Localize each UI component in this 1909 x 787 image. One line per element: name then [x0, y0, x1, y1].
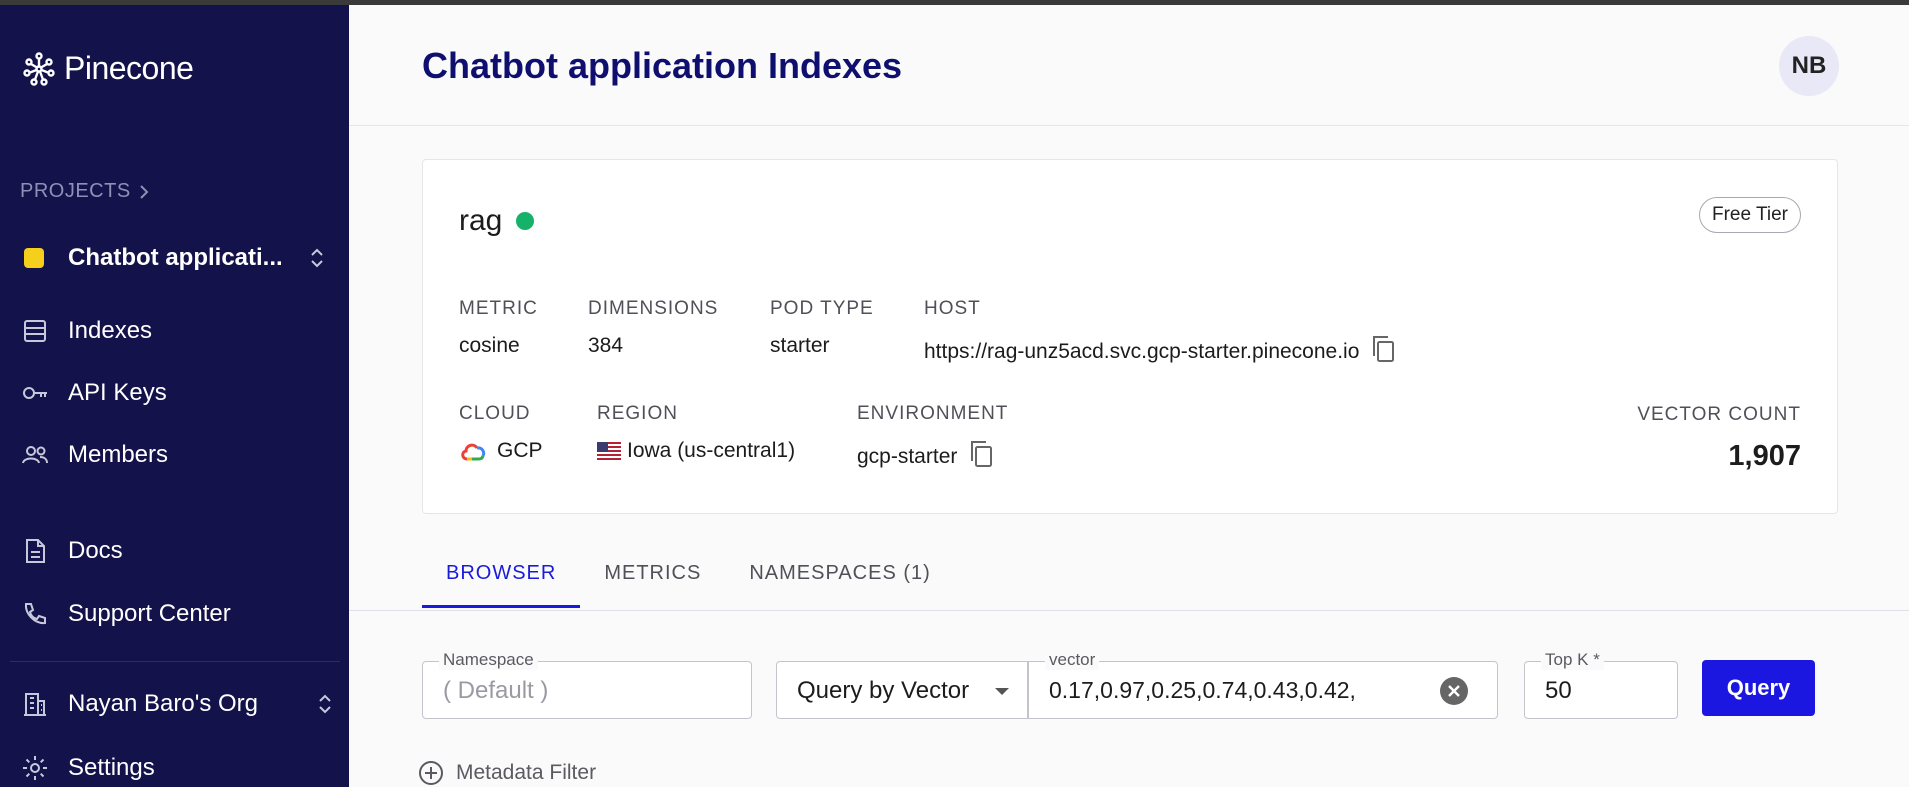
building-icon: [20, 689, 50, 719]
page-header: Chatbot application Indexes NB: [349, 5, 1909, 126]
sidebar-item-label: Support Center: [68, 600, 231, 627]
sidebar-item-label: Indexes: [68, 317, 153, 344]
tab-browser[interactable]: BROWSER: [422, 552, 581, 608]
window-top-border: [0, 0, 1909, 5]
pinecone-logo[interactable]: Pinecone: [22, 50, 194, 87]
metric-label: METRIC: [459, 298, 538, 319]
chevron-up-down-icon: [311, 248, 323, 268]
environment-label: ENVIRONMENT: [857, 403, 1009, 424]
pinecone-logo-icon: [23, 51, 55, 86]
project-selector[interactable]: Chatbot applicati...: [24, 244, 324, 272]
us-flag-icon: [597, 442, 621, 460]
namespace-field[interactable]: Namespace ( Default ): [422, 650, 752, 719]
sidebar-item-label: Docs: [68, 537, 123, 564]
tab-namespaces[interactable]: NAMESPACES (1): [725, 552, 954, 608]
region-label: REGION: [597, 403, 678, 424]
pod-type-value: starter: [770, 334, 830, 357]
gcp-icon: [461, 443, 486, 461]
top-k-input[interactable]: Top K * 50: [1524, 650, 1678, 719]
query-button[interactable]: Query: [1702, 660, 1815, 716]
host-value: https://rag-unz5acd.svc.gcp-starter.pine…: [924, 340, 1360, 363]
org-name: Nayan Baro's Org: [68, 690, 258, 717]
pod-type-field: POD TYPE starter: [770, 298, 874, 358]
query-mode-value: Query by Vector: [797, 677, 970, 704]
sidebar-item-indexes[interactable]: Indexes: [20, 316, 152, 346]
sidebar-item-label: Settings: [68, 754, 155, 781]
key-icon: [20, 378, 50, 408]
index-tabs: BROWSER METRICS NAMESPACES (1): [422, 552, 955, 608]
dimensions-field: DIMENSIONS 384: [588, 298, 718, 358]
database-icon: [20, 316, 50, 346]
host-field: HOST https://rag-unz5acd.svc.gcp-starter…: [924, 298, 1397, 370]
top-k-label: Top K *: [1541, 650, 1604, 670]
sidebar-item-members[interactable]: Members: [20, 440, 168, 470]
vector-count-value: 1,907: [1728, 440, 1801, 472]
copy-host-icon[interactable]: [1369, 334, 1397, 370]
index-details-card: rag Free Tier METRIC cosine DIMENSIONS 3…: [422, 159, 1838, 514]
projects-link[interactable]: PROJECTS: [20, 180, 149, 203]
vector-input[interactable]: vector 0.17,0.97,0.25,0.74,0.43,0.42,: [1028, 650, 1498, 719]
chevron-up-down-icon: [319, 694, 331, 714]
tier-badge: Free Tier: [1698, 197, 1801, 233]
namespace-label: Namespace: [439, 650, 538, 670]
vector-value: 0.17,0.97,0.25,0.74,0.43,0.42,: [1049, 677, 1356, 703]
phone-icon: [20, 599, 50, 629]
gear-icon: [20, 753, 50, 783]
index-title: rag: [459, 204, 535, 238]
project-color-swatch: [24, 248, 44, 268]
region-field: REGION Iowa (us-central1): [597, 403, 795, 463]
top-k-value: 50: [1545, 677, 1572, 704]
sidebar-divider: [10, 661, 340, 662]
status-ready-indicator: [516, 212, 535, 230]
query-mode-select[interactable]: Query by Vector: [776, 661, 1028, 719]
page-title: Chatbot application Indexes: [422, 45, 903, 86]
vector-label: vector: [1045, 650, 1100, 670]
dimensions-value: 384: [588, 334, 624, 357]
org-selector[interactable]: Nayan Baro's Org: [20, 689, 332, 719]
cloud-field: CLOUD GCP: [459, 403, 543, 463]
metadata-filter-toggle[interactable]: Metadata Filter: [418, 760, 596, 786]
cloud-value: GCP: [497, 439, 543, 462]
namespace-placeholder: ( Default ): [443, 677, 549, 704]
tabs-divider: [349, 610, 1909, 611]
environment-field: ENVIRONMENT gcp-starter: [857, 403, 1008, 475]
sidebar-item-label: Members: [68, 441, 169, 468]
pod-type-label: POD TYPE: [770, 298, 874, 319]
sidebar-item-label: API Keys: [68, 379, 167, 406]
metric-field: METRIC cosine: [459, 298, 538, 358]
copy-environment-icon[interactable]: [967, 439, 995, 475]
projects-label: PROJECTS: [20, 180, 131, 202]
index-name: rag: [459, 204, 503, 237]
vector-count-label: VECTOR COUNT: [1637, 404, 1801, 425]
region-value: Iowa (us-central1): [627, 439, 796, 462]
metadata-filter-label: Metadata Filter: [456, 761, 597, 784]
sidebar-item-support[interactable]: Support Center: [20, 599, 231, 629]
caret-down-icon: [995, 688, 1009, 695]
host-label: HOST: [924, 298, 981, 319]
sidebar-item-settings[interactable]: Settings: [20, 753, 155, 783]
sidebar-item-api-keys[interactable]: API Keys: [20, 378, 167, 408]
cloud-label: CLOUD: [459, 403, 531, 424]
metric-value: cosine: [459, 334, 520, 357]
environment-value: gcp-starter: [857, 445, 958, 468]
dimensions-label: DIMENSIONS: [588, 298, 719, 319]
tab-metrics[interactable]: METRICS: [580, 552, 725, 608]
vector-count-field: VECTOR COUNT 1,907: [1637, 404, 1801, 473]
sidebar: Pinecone PROJECTS Chatbot applicati... I…: [0, 0, 349, 787]
clear-icon[interactable]: [1439, 676, 1469, 706]
users-icon: [20, 440, 50, 470]
chevron-right-icon: [139, 184, 149, 199]
logo-text: Pinecone: [64, 50, 194, 86]
project-name: Chatbot applicati...: [68, 244, 283, 271]
sidebar-item-docs[interactable]: Docs: [20, 536, 123, 566]
user-avatar[interactable]: NB: [1779, 36, 1839, 96]
plus-circle-icon: [419, 761, 443, 785]
document-icon: [20, 536, 50, 566]
